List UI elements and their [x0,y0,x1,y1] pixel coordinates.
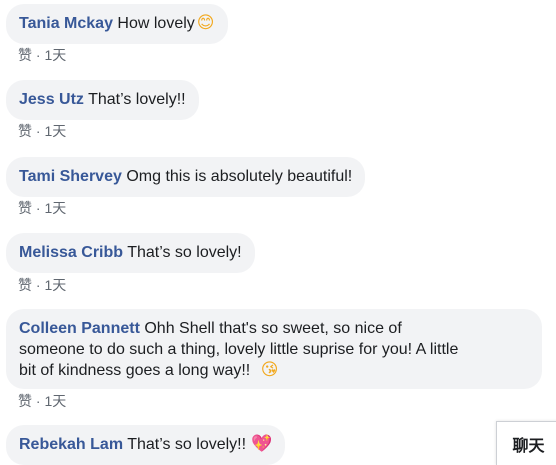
comment-item: Jess Utz That’s lovely!! [6,80,199,120]
comment-meta: 赞 · 1天 [18,393,66,409]
comment-time[interactable]: 1天 [44,393,66,409]
meta-separator: · [35,200,41,216]
comment-bubble: Tania Mckay How lovely 😊 [6,4,228,44]
chat-tab-label: 聊天 [512,437,545,455]
comment-text: someone to do such a thing, lovely littl… [19,341,459,358]
comment-time[interactable]: 1天 [44,277,66,293]
comment-author[interactable]: Tami Shervey [19,168,122,185]
comment-bubble: Melissa Cribb That’s so lovely! [6,233,255,273]
comment-text: Omg this is absolutely beautiful! [126,168,353,185]
like-link[interactable]: 赞 [18,200,32,216]
comment-line: Colleen Pannett Ohh Shell that's so swee… [19,318,529,339]
comment-text: That’s lovely!! [88,91,186,108]
comment-time[interactable]: 1天 [44,47,66,63]
meta-separator: · [35,277,41,293]
like-link[interactable]: 赞 [18,277,32,293]
comment-bubble: Tami Shervey Omg this is absolutely beau… [6,157,366,197]
comment-item: Tami Shervey Omg this is absolutely beau… [6,157,366,197]
meta-separator: · [35,393,41,409]
like-link[interactable]: 赞 [18,393,32,409]
comment-meta: 赞 · 1天 [18,47,66,63]
chat-tab-button[interactable]: 聊天 [496,421,556,465]
comment-author[interactable]: Jess Utz [19,91,84,108]
comment-item: Tania Mckay How lovely 😊 [6,4,228,44]
meta-separator: · [35,123,41,139]
comment-time[interactable]: 1天 [44,200,66,216]
comment-author[interactable]: Colleen Pannett [19,320,140,337]
comment-meta: 赞 · 1天 [18,277,66,293]
comment-text: bit of kindness goes a long way!! [19,362,251,379]
comment-text: How lovely [117,15,195,32]
like-link[interactable]: 赞 [18,123,32,139]
comment-item: Colleen Pannett Ohh Shell that's so swee… [6,309,542,389]
smiling-face-icon: 😊 [196,13,215,33]
comment-bubble: Jess Utz That’s lovely!! [6,80,199,120]
comment-item: Rebekah Lam That’s so lovely!! 💖 [6,425,286,465]
meta-separator: · [35,47,41,63]
like-link[interactable]: 赞 [18,47,32,63]
comment-text: That’s so lovely! [127,244,242,261]
comment-text: That’s so lovely!! [127,436,247,453]
face-blowing-kiss-icon: 😘 [260,360,279,380]
comment-author[interactable]: Tania Mckay [19,15,113,32]
comment-bubble: Rebekah Lam That’s so lovely!! 💖 [6,425,286,465]
comment-time[interactable]: 1天 [44,123,66,139]
comment-author[interactable]: Melissa Cribb [19,244,123,261]
comment-item: Melissa Cribb That’s so lovely! [6,233,255,273]
comment-meta: 赞 · 1天 [18,123,66,139]
comment-text: Ohh Shell that's so sweet, so nice of [144,320,402,337]
comment-bubble: Colleen Pannett Ohh Shell that's so swee… [6,309,542,389]
comment-meta: 赞 · 1天 [18,200,66,216]
comment-line: bit of kindness goes a long way!! 😘 [19,360,529,381]
comment-author[interactable]: Rebekah Lam [19,436,123,453]
sparkling-heart-icon: 💖 [251,434,273,454]
